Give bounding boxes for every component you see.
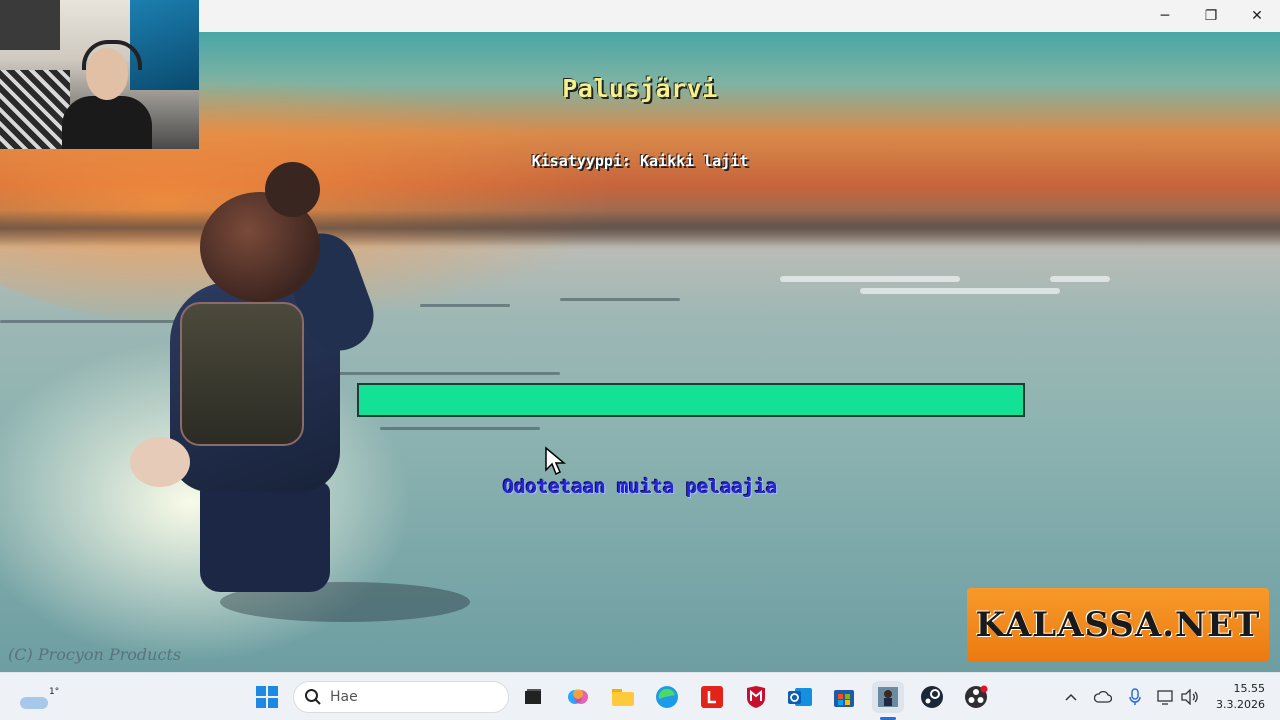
minimize-button[interactable]: ─: [1142, 0, 1188, 32]
windows-logo-icon: [256, 686, 278, 708]
character-backpack: [180, 302, 304, 446]
clock-date: 3.3.2026: [1216, 698, 1265, 711]
webcam-chair: [0, 70, 70, 149]
waiting-status-message: Odotetaan muita pelaajia: [502, 476, 778, 498]
start-button[interactable]: [251, 681, 283, 713]
ice-crack: [560, 298, 680, 301]
character-hand: [130, 437, 190, 487]
webcam-background-wall: [130, 0, 199, 90]
lenovo-icon[interactable]: [696, 681, 728, 713]
clock-time: 15.55: [1233, 682, 1266, 695]
webcam-person-torso: [62, 96, 152, 149]
ice-highlight: [780, 276, 960, 282]
network-icon[interactable]: [1156, 687, 1176, 707]
steam-icon[interactable]: [916, 681, 948, 713]
fisherman-character: [130, 162, 470, 622]
logo-text: KALASSA.NET: [975, 605, 1261, 645]
character-hat: [265, 162, 320, 217]
cloud-icon: [20, 697, 48, 709]
copilot-icon[interactable]: [562, 681, 594, 713]
webcam-overlay: [0, 0, 199, 149]
lake-name-title: Palusjärvi: [562, 74, 718, 103]
weather-widget[interactable]: 1°: [16, 681, 60, 713]
volume-icon[interactable]: [1180, 687, 1200, 707]
taskbar-search-box[interactable]: Hae: [293, 681, 509, 713]
search-icon: [305, 689, 321, 705]
kalassa-logo: KALASSA.NET: [967, 588, 1269, 662]
weather-temperature: 1°: [49, 687, 60, 697]
ice-crack: [380, 427, 540, 430]
ice-highlight: [860, 288, 1060, 294]
loading-progress-fill: [359, 385, 1023, 415]
ice-crack: [420, 304, 510, 307]
maximize-button[interactable]: ❐: [1188, 0, 1234, 32]
outlook-icon[interactable]: [784, 681, 816, 713]
file-explorer-icon[interactable]: [607, 681, 639, 713]
onedrive-sync-icon[interactable]: [1093, 687, 1113, 707]
copyright-text: (C) Procyon Products: [8, 645, 182, 664]
obs-icon[interactable]: [960, 681, 992, 713]
task-view-icon[interactable]: [517, 681, 549, 713]
show-hidden-icons-chevron-icon[interactable]: [1061, 687, 1081, 707]
close-button[interactable]: ✕: [1234, 0, 1280, 32]
contest-type-label: Kisatyyppi: Kaikki lajit: [531, 152, 749, 170]
kalassa-game-icon[interactable]: [872, 681, 904, 713]
character-legs: [200, 482, 330, 592]
loading-progress-bar: [357, 383, 1025, 417]
webcam-background-shelf: [0, 0, 60, 50]
microphone-icon[interactable]: [1125, 687, 1145, 707]
ice-highlight: [1050, 276, 1110, 282]
edge-icon[interactable]: [651, 681, 683, 713]
mouse-cursor-icon: [545, 446, 566, 476]
mcafee-icon[interactable]: [740, 681, 772, 713]
search-placeholder: Hae: [330, 689, 358, 705]
clock[interactable]: 15.55 3.3.2026: [1205, 681, 1265, 713]
microsoft-store-icon[interactable]: [828, 681, 860, 713]
windows-taskbar: 1° Hae 15.55 3.3.2026: [0, 672, 1280, 720]
